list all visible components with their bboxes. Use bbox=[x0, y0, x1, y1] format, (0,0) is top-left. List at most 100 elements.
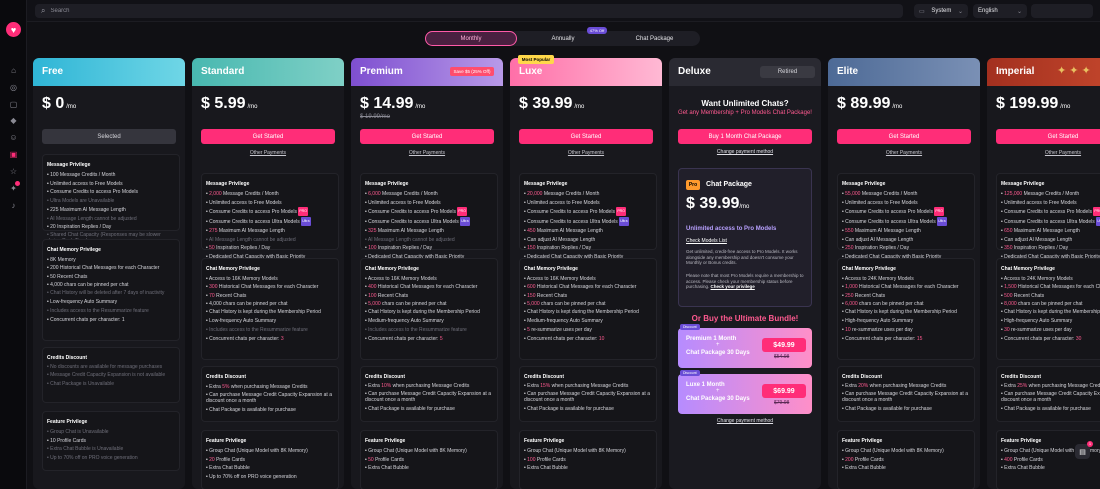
feature-text: re-summarize uses per day bbox=[1011, 326, 1072, 333]
other-payments-link[interactable]: Other Payments bbox=[828, 150, 980, 156]
feature-value: 5,000 bbox=[527, 301, 540, 308]
feature-item: • 250 Inspiration Replies / Day bbox=[842, 244, 970, 253]
tab-chat-package[interactable]: Chat Package bbox=[609, 31, 700, 46]
get-started-button[interactable]: Get Started bbox=[519, 129, 653, 144]
feature-item: • Medium-frequency Auto Summary bbox=[524, 317, 652, 326]
feature-text: Can adjust AI Message Length bbox=[845, 236, 914, 243]
feature-text: Recent Chats bbox=[536, 292, 568, 299]
feature-item: • 250 Recent Chats bbox=[842, 292, 970, 301]
get-started-button[interactable]: Get Started bbox=[201, 129, 335, 144]
feature-text: Extra Chat Bubble bbox=[209, 465, 250, 472]
subscription-icon[interactable]: ▣ bbox=[9, 150, 18, 159]
other-payments-link[interactable]: Other Payments bbox=[987, 150, 1100, 156]
feature-item: • 1,500 Historical Chat Messages for eac… bbox=[1001, 284, 1100, 290]
star-icon[interactable]: ☆ bbox=[9, 167, 18, 176]
feature-text: Recent Chats bbox=[216, 292, 247, 299]
feature-item: • Extra Chat Bubble bbox=[206, 464, 334, 473]
feature-text: Can adjust AI Message Length bbox=[1004, 236, 1073, 243]
bundle-offer[interactable]: Discount Premium 1 Month + Chat Package 30 … bbox=[678, 324, 812, 368]
search-box[interactable]: ⌕ bbox=[35, 4, 903, 18]
plan-name: Free bbox=[42, 66, 64, 77]
search-input[interactable] bbox=[50, 8, 251, 14]
mem-section: Chat Memory Privilege • Access to 16K Mem… bbox=[201, 258, 339, 360]
feature-text: Group Chat is Unavailable bbox=[50, 429, 109, 435]
feature-text: Chat History will be deleted after 7 day… bbox=[50, 290, 165, 297]
feature-value: 275 bbox=[209, 227, 218, 234]
feature-item: • Unlimited access to Free Models bbox=[47, 180, 175, 189]
feature-text: Profile Cards bbox=[375, 456, 404, 463]
original-price: $ 19.99/mo bbox=[360, 114, 391, 120]
get-started-button[interactable]: Get Started bbox=[837, 129, 971, 144]
gem-icon[interactable]: ◆ bbox=[9, 116, 18, 125]
change-payment-link[interactable]: Change payment method bbox=[669, 149, 821, 155]
other-payments-link[interactable]: Other Payments bbox=[351, 150, 503, 156]
check-models-link[interactable]: Check Models List bbox=[686, 238, 727, 244]
feature-text: re-summarize uses per day bbox=[531, 326, 592, 333]
bell-icon[interactable]: ♪ bbox=[9, 201, 18, 210]
plan-price: $ 89.99/mo bbox=[837, 95, 903, 112]
feature-text: Inspiration Replies / Day bbox=[854, 245, 910, 252]
feature-text: Chat Package is available for purchase bbox=[209, 406, 296, 413]
feature-item: • Group Chat (Unique Model with 8K Memor… bbox=[365, 447, 493, 456]
feature-text: Extra bbox=[527, 383, 539, 389]
tab-monthly[interactable]: Monthly bbox=[425, 31, 517, 46]
feature-text: Consume Credits to access Ultra Models bbox=[209, 219, 300, 226]
plus-icon: + bbox=[716, 342, 720, 348]
pro-badge: Pro bbox=[686, 180, 700, 190]
feature-text: Consume Credits to access Pro Models bbox=[1004, 209, 1092, 216]
feature-item: • Unlimited access to Free Models bbox=[1001, 199, 1100, 208]
feature-text: Access to 24K Memory Models bbox=[844, 276, 914, 282]
feature-text: 8K Memory bbox=[50, 257, 76, 263]
buy-chat-package-button[interactable]: Buy 1 Month Chat Package bbox=[678, 129, 812, 144]
feature-item: • Message Credit Capacity Expansion is n… bbox=[47, 372, 175, 378]
ultra-tag: Ultra bbox=[619, 217, 629, 226]
plan-name: Imperial bbox=[996, 66, 1035, 77]
feat-section: Feature Privilege • Group Chat (Unique Mo… bbox=[837, 430, 975, 489]
mem-section: Chat Memory Privilege • Access to 16K Mem… bbox=[360, 258, 498, 360]
theme-select[interactable]: ▭ System ⌄ bbox=[914, 4, 968, 18]
get-started-button[interactable]: Get Started bbox=[360, 129, 494, 144]
other-payments-link[interactable]: Other Payments bbox=[510, 150, 662, 156]
feature-item: • Extra Chat Bubble bbox=[524, 464, 652, 473]
feature-value: 600 bbox=[527, 283, 536, 290]
feature-text: Concurrent chats per character: bbox=[845, 335, 916, 342]
feature-text: Concurrent chats per character: bbox=[368, 335, 439, 342]
home-icon[interactable]: ⌂ bbox=[9, 66, 18, 75]
package-text: Get unlimited, credit-free access to Pro… bbox=[686, 249, 798, 265]
feature-text: Unlimited access to Free Models bbox=[527, 199, 600, 206]
feature-item: • 100 Message Credits / Month bbox=[47, 171, 175, 180]
app-logo[interactable]: ♥ bbox=[6, 22, 21, 37]
feature-item: • Extra Chat Bubble bbox=[1001, 464, 1100, 473]
change-payment-link[interactable]: Change payment method bbox=[669, 418, 821, 424]
feature-text: Inspiration Replies / Day bbox=[377, 245, 433, 252]
feature-value: 250 bbox=[845, 292, 854, 299]
bundle-old-price: $54.98 bbox=[774, 354, 790, 360]
language-select[interactable]: English ⌄ bbox=[973, 4, 1027, 18]
people-icon[interactable]: ☺ bbox=[9, 133, 18, 142]
other-payments-link[interactable]: Other Payments bbox=[192, 150, 344, 156]
plan-header: Standard bbox=[192, 58, 344, 86]
compass-icon[interactable]: ◎ bbox=[9, 83, 18, 92]
plan-card-elite: Elite $ 89.99/mo Get Started Other Payments… bbox=[828, 58, 980, 489]
feature-text: Maximum AI Message Length bbox=[218, 227, 285, 234]
feature-value: 30 bbox=[1004, 326, 1010, 333]
bundle-offer[interactable]: Discount Luxe 1 Month + Chat Package 30 Day… bbox=[678, 370, 812, 414]
plan-price: $ 14.99/mo bbox=[360, 95, 426, 112]
top-bar: ⌕ ▭ System ⌄ English ⌄ bbox=[27, 0, 1100, 22]
chat-icon[interactable]: ▢ bbox=[9, 100, 18, 109]
feature-item: • 275 Maximum AI Message Length bbox=[206, 227, 334, 236]
feature-text: Consume Credits to access Pro Models bbox=[845, 209, 933, 216]
feature-item: • 6,000 Message Credits / Month bbox=[365, 190, 493, 199]
selected-button[interactable]: Selected bbox=[42, 129, 176, 144]
plan-name: Deluxe bbox=[678, 66, 711, 77]
feature-text: Profile Cards bbox=[1013, 456, 1043, 463]
ultra-tag: Ultra bbox=[301, 217, 311, 226]
check-privilege-link[interactable]: Check your privilege bbox=[711, 284, 755, 289]
feature-text: Consume Credits to access Pro Models bbox=[527, 209, 615, 216]
feature-value: 10% bbox=[381, 383, 392, 389]
account-button[interactable] bbox=[1031, 4, 1093, 18]
get-started-button[interactable]: Get Started bbox=[996, 129, 1100, 144]
feature-item: • Can purchase Message Credit Capacity E… bbox=[1001, 391, 1100, 403]
mem-section: Chat Memory Privilege • Access to 16K Mem… bbox=[519, 258, 657, 360]
feature-text: Message Credits / Month bbox=[1023, 191, 1080, 197]
